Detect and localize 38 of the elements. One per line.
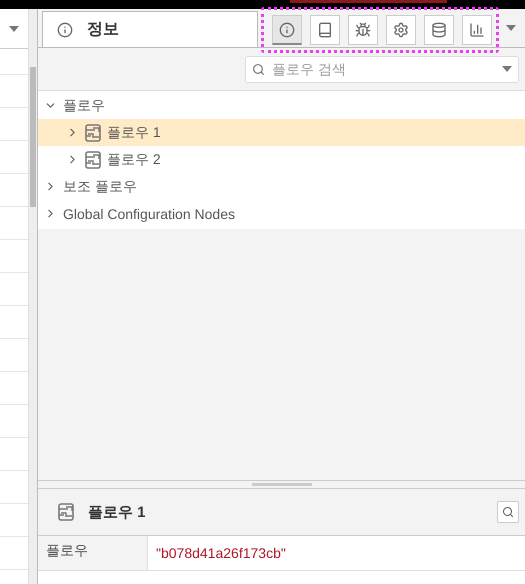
tree-item[interactable]: 보조 플로우 (38, 173, 525, 200)
toolbar-button[interactable] (310, 15, 340, 45)
property-key: 플로우 (38, 536, 148, 570)
flow-icon (85, 150, 101, 168)
tree-item[interactable]: 플로우 1 (38, 119, 525, 146)
tab-title: 정보 (87, 20, 119, 40)
property-value: "b078d41a26f173cb" (155, 544, 287, 563)
details-title: 플로우 1 (88, 502, 147, 522)
toolbar-button[interactable] (424, 15, 454, 45)
book-icon (317, 22, 333, 38)
toolbar-button[interactable] (462, 15, 492, 45)
bar-chart-icon (469, 22, 485, 38)
search-button[interactable] (497, 501, 519, 523)
tree-item[interactable]: 플로우 2 (38, 146, 525, 173)
search-box[interactable]: 플로우 검색 (245, 56, 519, 82)
scrollbar[interactable] (29, 9, 37, 584)
tree-item[interactable]: Global Configuration Nodes (38, 200, 525, 227)
info-icon (279, 22, 295, 38)
caret-icon[interactable] (502, 66, 512, 72)
bug-icon (355, 22, 371, 38)
info-icon (57, 22, 73, 38)
sidebar-tab[interactable]: 정보 (42, 11, 258, 47)
tree-label: Global Configuration Nodes (63, 206, 235, 222)
search-icon (252, 62, 265, 76)
flow-icon (85, 124, 101, 142)
settings-icon (393, 22, 409, 38)
toolbar-button[interactable] (348, 15, 378, 45)
tree-label: 플로우 2 (107, 150, 161, 168)
toolbar-button[interactable] (386, 15, 416, 45)
search-icon (502, 506, 514, 518)
flow-icon (58, 503, 74, 521)
caret-icon[interactable] (9, 26, 19, 32)
database-icon (431, 22, 447, 38)
toolbar-button[interactable] (272, 15, 302, 45)
tree-label: 플로우 1 (107, 124, 161, 142)
tree-label: 플로우 (63, 96, 105, 114)
tree-label: 보조 플로우 (63, 178, 137, 196)
tree-item[interactable]: 플로우 (38, 92, 525, 119)
